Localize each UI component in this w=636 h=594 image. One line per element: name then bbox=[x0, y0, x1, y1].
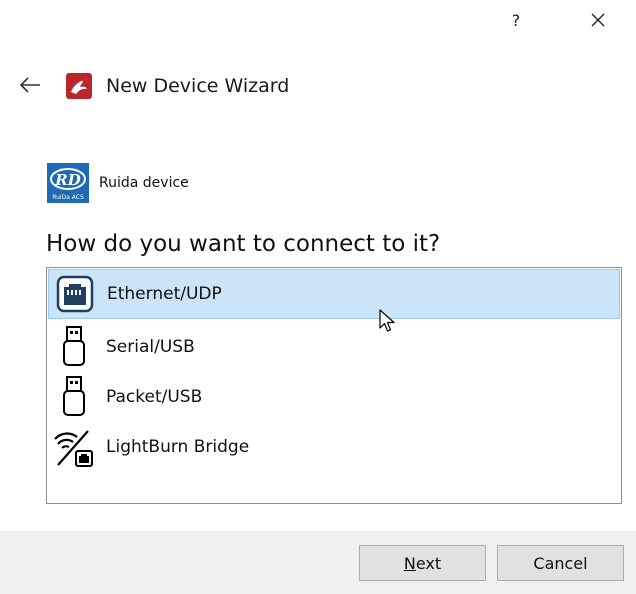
next-button[interactable]: Next bbox=[359, 545, 486, 581]
new-device-wizard-dialog: ? New Device Wizard RD RuiDa ACS Ruida d… bbox=[0, 0, 636, 594]
list-item-ethernet-udp[interactable]: Ethernet/UDP bbox=[48, 269, 620, 319]
next-label: ext bbox=[415, 553, 442, 573]
list-item-label: Ethernet/UDP bbox=[107, 284, 222, 304]
mouse-cursor-icon bbox=[379, 309, 395, 332]
list-item-label: LightBurn Bridge bbox=[106, 437, 250, 457]
wizard-title: New Device Wizard bbox=[106, 75, 290, 97]
list-item-lightburn-bridge[interactable]: LightBurn Bridge bbox=[48, 422, 620, 472]
wifi-bridge-icon bbox=[52, 425, 96, 469]
connection-type-list[interactable]: Ethernet/UDP Serial/USB Packet/USB Light… bbox=[46, 267, 622, 504]
dialog-footer: Next Cancel bbox=[0, 531, 636, 594]
list-item-serial-usb[interactable]: Serial/USB bbox=[48, 322, 620, 372]
close-icon bbox=[591, 13, 605, 27]
arrow-left-icon bbox=[19, 77, 40, 93]
connection-question: How do you want to connect to it? bbox=[46, 231, 441, 257]
ruida-logo-subtext: RuiDa ACS bbox=[52, 194, 84, 201]
back-button[interactable] bbox=[16, 74, 44, 96]
usb-plug-icon bbox=[52, 375, 96, 419]
ethernet-port-icon bbox=[53, 272, 97, 316]
ruida-logo-icon: RD RuiDa ACS bbox=[47, 163, 89, 203]
list-item-label: Serial/USB bbox=[106, 337, 195, 357]
ruida-logo-letters: RD bbox=[54, 171, 80, 189]
cancel-button[interactable]: Cancel bbox=[497, 545, 624, 581]
lightburn-logo-icon bbox=[66, 73, 92, 99]
help-button[interactable]: ? bbox=[498, 6, 534, 34]
list-item-label: Packet/USB bbox=[106, 387, 203, 407]
list-item-packet-usb[interactable]: Packet/USB bbox=[48, 372, 620, 422]
help-icon: ? bbox=[511, 10, 521, 30]
usb-plug-icon bbox=[52, 325, 96, 369]
device-name: Ruida device bbox=[99, 175, 189, 191]
next-mnemonic: N bbox=[403, 553, 416, 573]
close-button[interactable] bbox=[580, 6, 616, 34]
